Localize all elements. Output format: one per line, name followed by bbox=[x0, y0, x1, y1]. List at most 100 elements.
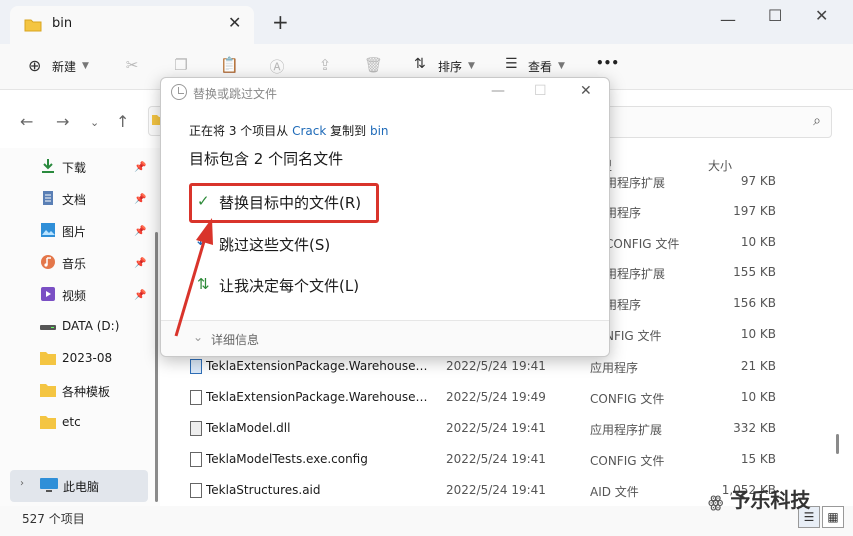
forward-arrow-icon[interactable]: → bbox=[56, 112, 69, 131]
search-input[interactable]: ⌕ bbox=[600, 106, 832, 138]
file-type: 用程序扩展 bbox=[605, 267, 666, 281]
tiles-view-icon[interactable]: ▦ bbox=[822, 506, 844, 528]
file-list-scrollbar[interactable] bbox=[836, 434, 839, 454]
target-folder-link[interactable]: bin bbox=[370, 124, 389, 138]
decide-icon: ⇅ bbox=[197, 275, 210, 293]
sidebar-item-label: 此电脑 bbox=[63, 480, 100, 494]
file-type: 用程序 bbox=[605, 298, 642, 312]
file-type: 应用程序扩展 bbox=[590, 423, 663, 437]
table-row[interactable]: TeklaModelTests.exe.config 2022/5/24 19:… bbox=[180, 445, 820, 475]
file-type: AID 文件 bbox=[590, 485, 639, 499]
chevron-down-icon: ⌄ bbox=[193, 330, 204, 344]
download-icon bbox=[42, 159, 54, 173]
details-label: 详细信息 bbox=[211, 333, 260, 347]
pin-icon[interactable]: 📌 bbox=[134, 290, 146, 301]
file-type: 用程序 bbox=[605, 206, 642, 220]
chevron-down-icon: ▼ bbox=[82, 61, 89, 71]
chevron-down-icon: ▼ bbox=[558, 61, 565, 71]
copy-icon[interactable]: ❐ bbox=[172, 56, 190, 74]
pin-icon[interactable]: 📌 bbox=[134, 194, 146, 205]
dialog-maximize-button: ☐ bbox=[534, 83, 547, 99]
computer-icon bbox=[40, 478, 58, 492]
minimize-button[interactable]: — bbox=[720, 10, 736, 29]
sidebar-item-label: 各种模板 bbox=[62, 385, 111, 399]
view-icon: ☰ bbox=[505, 56, 518, 72]
file-date: 2022/5/24 19:41 bbox=[446, 452, 546, 466]
new-plus-icon: ⊕ bbox=[28, 56, 42, 75]
watermark: ꙮ 予乐科技 bbox=[708, 484, 810, 513]
file-type: 用程序扩展 bbox=[605, 176, 666, 190]
file-type: CONFIG 文件 bbox=[605, 237, 680, 251]
file-icon bbox=[190, 483, 202, 498]
conflict-summary: 目标包含 2 个同名文件 bbox=[189, 150, 344, 168]
file-name: TeklaModel.dll bbox=[206, 421, 291, 435]
pin-icon[interactable]: 📌 bbox=[134, 226, 146, 237]
image-icon bbox=[41, 223, 55, 237]
file-type: NFIG 文件 bbox=[605, 329, 662, 343]
item-count: 527 个项目 bbox=[22, 512, 85, 526]
file-name: TeklaExtensionPackage.WarehouseD... bbox=[206, 390, 432, 404]
sidebar-item-label: DATA (D:) bbox=[62, 319, 120, 333]
file-size: 21 KB bbox=[740, 359, 776, 373]
pin-icon[interactable]: 📌 bbox=[134, 162, 146, 173]
file-date: 2022/5/24 19:41 bbox=[446, 421, 546, 435]
delete-icon[interactable]: 🗑 bbox=[364, 56, 383, 74]
close-window-button[interactable]: ✕ bbox=[815, 6, 828, 25]
exe-file-icon bbox=[190, 359, 202, 374]
file-date: 2022/5/24 19:41 bbox=[446, 483, 546, 497]
source-folder-link[interactable]: Crack bbox=[292, 124, 326, 138]
sidebar-item-label: 图片 bbox=[62, 225, 87, 239]
drive-icon bbox=[40, 325, 56, 330]
sidebar-item-label: 文档 bbox=[62, 193, 87, 207]
sidebar-item-label: 视频 bbox=[62, 289, 87, 303]
share-icon[interactable]: ⇪ bbox=[316, 56, 334, 74]
tab-bin[interactable]: bin ✕ bbox=[10, 6, 254, 44]
pin-icon[interactable]: 📌 bbox=[134, 258, 146, 269]
paste-icon[interactable]: 📋 bbox=[220, 56, 239, 74]
folder-icon bbox=[40, 384, 56, 397]
sidebar-item-label: etc bbox=[62, 415, 81, 429]
table-row[interactable]: TeklaModel.dll 2022/5/24 19:41 应用程序扩展 33… bbox=[180, 414, 820, 444]
new-button[interactable]: 新建 bbox=[52, 58, 76, 75]
file-icon bbox=[190, 452, 202, 467]
video-icon bbox=[41, 287, 55, 301]
file-size: 15 KB bbox=[740, 452, 776, 466]
dialog-title: 替换或跳过文件 bbox=[193, 87, 278, 101]
folder-icon bbox=[40, 416, 56, 429]
close-tab-icon[interactable]: ✕ bbox=[228, 13, 241, 32]
copy-text-mid: 复制到 bbox=[326, 124, 370, 138]
music-icon bbox=[41, 255, 55, 269]
rename-icon[interactable]: Ⓐ bbox=[268, 56, 286, 76]
column-header-size[interactable]: 大小 bbox=[708, 157, 732, 174]
sidebar-item-label: 音乐 bbox=[62, 257, 87, 271]
up-arrow-icon[interactable]: ↑ bbox=[116, 112, 129, 131]
file-size: 155 KB bbox=[733, 265, 776, 279]
file-size: 197 KB bbox=[733, 204, 776, 218]
details-toggle[interactable]: ⌄ 详细信息 bbox=[161, 320, 609, 356]
file-date: 2022/5/24 19:49 bbox=[446, 390, 546, 404]
sidebar-item-this-pc[interactable]: › 此电脑 bbox=[10, 470, 148, 502]
file-name: TeklaStructures.aid bbox=[206, 483, 321, 497]
sort-button[interactable]: 排序 bbox=[438, 58, 462, 75]
view-button[interactable]: 查看 bbox=[528, 58, 552, 75]
back-arrow-icon[interactable]: ← bbox=[20, 112, 33, 131]
dialog-minimize-button[interactable]: — bbox=[491, 83, 505, 99]
more-options-button[interactable]: ••• bbox=[596, 56, 619, 70]
sidebar-scrollbar[interactable] bbox=[155, 232, 158, 502]
dialog-close-button[interactable]: ✕ bbox=[580, 83, 592, 99]
copy-text-prefix: 正在将 3 个项目从 bbox=[189, 124, 293, 138]
title-bar: bin ✕ + — ☐ ✕ bbox=[0, 0, 853, 44]
file-size: 332 KB bbox=[733, 421, 776, 435]
cut-icon[interactable]: ✂ bbox=[123, 56, 141, 74]
recent-chevron-icon[interactable]: ⌄ bbox=[90, 116, 99, 129]
file-type: CONFIG 文件 bbox=[590, 454, 665, 468]
maximize-button[interactable]: ☐ bbox=[768, 6, 782, 25]
clock-icon bbox=[171, 84, 187, 100]
file-size: 10 KB bbox=[740, 327, 776, 341]
chevron-right-icon[interactable]: › bbox=[20, 478, 24, 489]
option-label: 让我决定每个文件(L) bbox=[219, 277, 360, 295]
dll-file-icon bbox=[190, 421, 202, 436]
table-row[interactable]: TeklaExtensionPackage.WarehouseD... 2022… bbox=[180, 383, 820, 413]
file-date: 2022/5/24 19:41 bbox=[446, 359, 546, 373]
new-tab-button[interactable]: + bbox=[272, 10, 289, 34]
